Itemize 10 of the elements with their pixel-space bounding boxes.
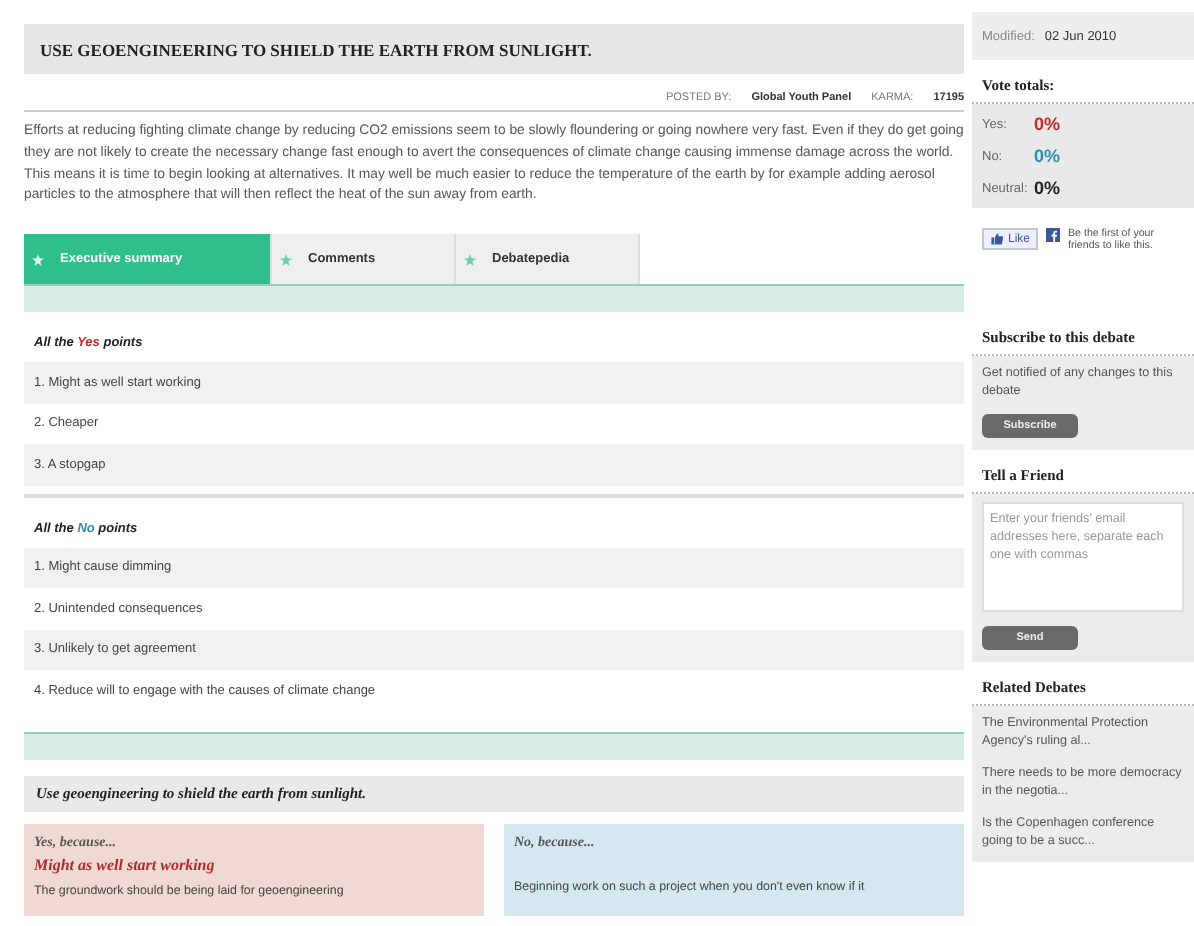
- star-icon: [464, 253, 476, 266]
- debate-title: USE GEOENGINEERING TO SHIELD THE EARTH FROM SUNLIGHT.: [24, 24, 964, 74]
- vote-value: 0%: [1034, 178, 1061, 198]
- thumbs-up-icon: [990, 232, 1004, 246]
- star-icon: [32, 253, 44, 266]
- social-logo-icon: [1046, 228, 1061, 242]
- argument-point[interactable]: Might as well start working: [34, 855, 474, 874]
- star-icon: [280, 253, 292, 266]
- vote-value: 0%: [1034, 146, 1061, 166]
- vote-value: 0%: [1034, 114, 1061, 134]
